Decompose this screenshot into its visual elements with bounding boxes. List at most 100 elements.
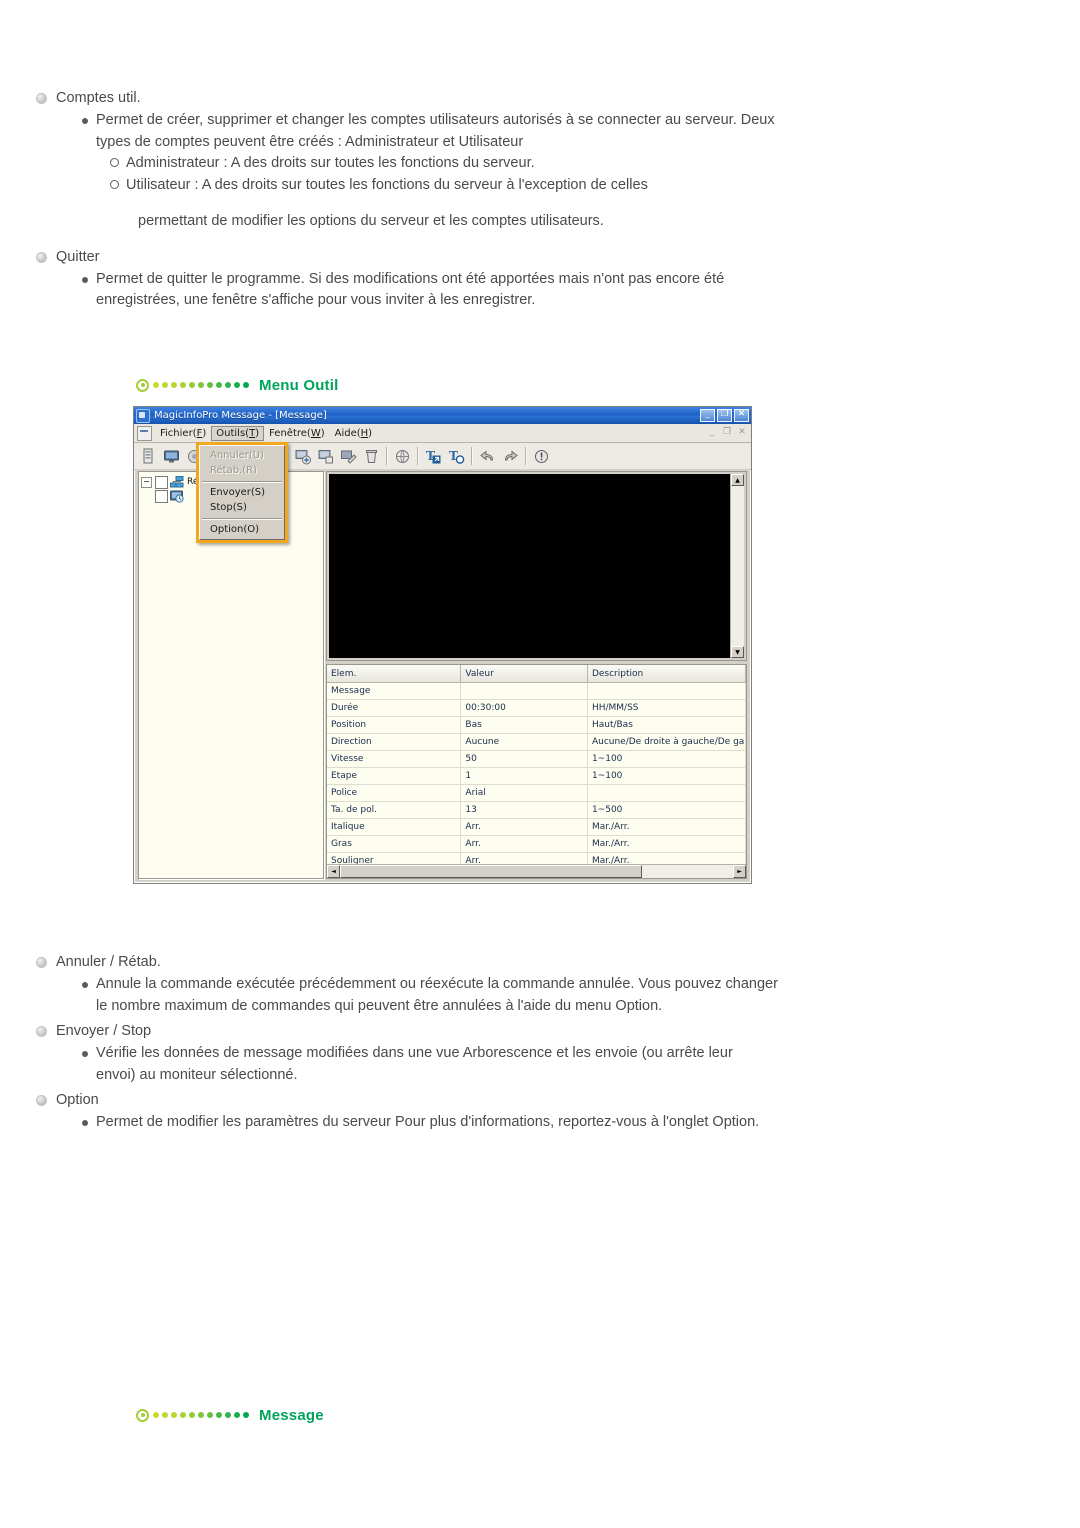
table-row[interactable]: Message: [327, 682, 746, 700]
section-heading-text: Message: [259, 1406, 324, 1424]
delete-icon[interactable]: [360, 445, 382, 467]
table-row[interactable]: Position Bas Haut/Bas: [327, 716, 746, 734]
cell-description: [587, 784, 746, 802]
menu-outils-tail: ): [255, 427, 260, 439]
cell-valeur[interactable]: 13: [460, 801, 588, 819]
close-button[interactable]: ✕: [734, 409, 749, 422]
bullet-dot-icon: [82, 118, 88, 124]
edit-monitor-icon[interactable]: [337, 445, 359, 467]
cell-valeur[interactable]: Arr.: [460, 852, 588, 864]
cell-valeur[interactable]: Bas: [460, 716, 588, 734]
text-delete-icon[interactable]: T: [445, 445, 467, 467]
table-row[interactable]: Vitesse 50 1~100: [327, 750, 746, 768]
tree-checkbox[interactable]: [155, 475, 168, 489]
table-row[interactable]: Ta. de pol. 13 1~500: [327, 801, 746, 819]
menu-item-stop[interactable]: Stop(S): [200, 500, 284, 515]
menu-item-retab[interactable]: Rétab.(R): [200, 463, 284, 478]
doc-bullet-text: Permet de modifier les paramètres du ser…: [96, 1114, 760, 1130]
menu-outils-label: Outils(: [216, 427, 250, 439]
doc-item-title: Quitter: [0, 247, 1080, 268]
mdi-close-button[interactable]: ✕: [736, 426, 748, 438]
scroll-up-button[interactable]: ▲: [731, 474, 744, 486]
menu-fenetre[interactable]: Fenêtre(W): [264, 426, 330, 441]
info-icon[interactable]: [530, 445, 552, 467]
menu-fenetre-tail: ): [320, 427, 325, 439]
cell-valeur[interactable]: Arr.: [460, 818, 588, 836]
grid-horizontal-scrollbar[interactable]: ◄ ►: [327, 864, 746, 878]
cell-valeur[interactable]: 1: [460, 767, 588, 785]
cell-valeur[interactable]: Arr.: [460, 835, 588, 853]
redo-icon[interactable]: [499, 445, 521, 467]
doc-item-title: Envoyer / Stop: [0, 1021, 1080, 1042]
menu-item-envoyer[interactable]: Envoyer(S): [200, 485, 284, 500]
section-heading-text: Menu Outil: [259, 376, 339, 394]
doc-section-top: Comptes util. Permet de créer, supprimer…: [0, 88, 1080, 312]
toolbar-separator: [471, 447, 472, 465]
network-icon: [170, 475, 184, 489]
mdi-restore-button[interactable]: ❐: [721, 426, 733, 438]
minimize-button[interactable]: _: [700, 409, 715, 422]
add-monitor-icon[interactable]: [291, 445, 313, 467]
menu-fichier[interactable]: Fichier(F): [155, 426, 211, 441]
doc-bullet: Permet de quitter le programme. Si des m…: [0, 269, 764, 312]
bullet-dot-icon: [82, 1051, 88, 1057]
scroll-down-button[interactable]: ▼: [731, 646, 744, 658]
scroll-right-button[interactable]: ►: [733, 865, 746, 878]
preview-vertical-scrollbar[interactable]: ▲ ▼: [730, 474, 744, 658]
copy-monitor-icon[interactable]: [314, 445, 336, 467]
undo-icon[interactable]: [476, 445, 498, 467]
monitor-clock-icon: [170, 490, 184, 503]
tree-checkbox[interactable]: [155, 489, 168, 503]
table-row[interactable]: Gras Arr. Mar./Arr.: [327, 835, 746, 853]
cell-valeur[interactable]: 00:30:00: [460, 699, 588, 717]
menu-aide-tail: ): [368, 427, 373, 439]
menu-outils[interactable]: Outils(T): [211, 425, 265, 441]
doc-subbullet-text: Administrateur : A des droits sur toutes…: [126, 155, 535, 171]
refresh-globe-icon[interactable]: [391, 445, 413, 467]
scroll-track[interactable]: [731, 486, 744, 646]
table-row[interactable]: Durée 00:30:00 HH/MM/SS: [327, 699, 746, 717]
mdi-minimize-button[interactable]: _: [706, 426, 718, 438]
table-row[interactable]: Souligner Arr. Mar./Arr.: [327, 852, 746, 864]
doc-bullet-text: Annule la commande exécutée précédemment…: [96, 976, 778, 1014]
column-header-elem[interactable]: Elem.: [327, 665, 462, 683]
bullet-sphere-icon: [36, 1095, 47, 1106]
column-header-valeur[interactable]: Valeur: [460, 665, 588, 683]
table-row[interactable]: Italique Arr. Mar./Arr.: [327, 818, 746, 836]
toolbar-separator: [525, 447, 526, 465]
cell-description: [587, 682, 746, 700]
scroll-thumb[interactable]: [340, 865, 642, 878]
monitor-icon[interactable]: [160, 445, 182, 467]
magicinfopro-message-window: MagicInfoPro Message - [Message] _ ❐ ✕ F…: [133, 406, 752, 884]
scroll-left-button[interactable]: ◄: [327, 865, 340, 878]
mdi-window-controls: _ ❐ ✕: [706, 426, 748, 438]
message-preview-canvas[interactable]: [329, 474, 730, 658]
text-insert-icon[interactable]: T: [422, 445, 444, 467]
maximize-button[interactable]: ❐: [717, 409, 732, 422]
outils-dropdown-menu[interactable]: Annuler(U) Rétab.(R) Envoyer(S) Stop(S) …: [196, 442, 288, 543]
scroll-track[interactable]: [641, 865, 733, 878]
cell-valeur[interactable]: Aucune: [460, 733, 588, 751]
menu-aide[interactable]: Aide(H): [330, 426, 377, 441]
mdi-minimize-icon: _: [709, 427, 715, 437]
table-row[interactable]: Police Arial: [327, 784, 746, 802]
window-titlebar: MagicInfoPro Message - [Message] _ ❐ ✕: [134, 407, 751, 424]
cell-elem: Italique: [327, 818, 462, 836]
column-header-description[interactable]: Description: [587, 665, 746, 683]
cell-valeur[interactable]: Arial: [460, 784, 588, 802]
menu-item-option[interactable]: Option(O): [200, 522, 284, 537]
table-row[interactable]: Direction Aucune Aucune/De droite à gauche…: [327, 733, 746, 751]
cell-elem: Message: [327, 682, 462, 700]
tree-expander-icon[interactable]: −: [141, 476, 152, 488]
cell-description: 1~500: [587, 801, 746, 819]
cell-description: Haut/Bas: [587, 716, 746, 734]
maximize-icon: ❐: [720, 409, 729, 419]
cell-valeur[interactable]: 50: [460, 750, 588, 768]
close-icon: ✕: [737, 409, 746, 419]
table-row[interactable]: Etape 1 1~100: [327, 767, 746, 785]
menu-item-annuler[interactable]: Annuler(U): [200, 448, 284, 463]
server-icon[interactable]: [137, 445, 159, 467]
properties-grid[interactable]: Elem. Valeur Description Message Durée 00…: [326, 664, 747, 879]
cell-valeur[interactable]: [460, 682, 588, 700]
properties-table: Elem. Valeur Description Message Durée 00…: [327, 665, 746, 864]
